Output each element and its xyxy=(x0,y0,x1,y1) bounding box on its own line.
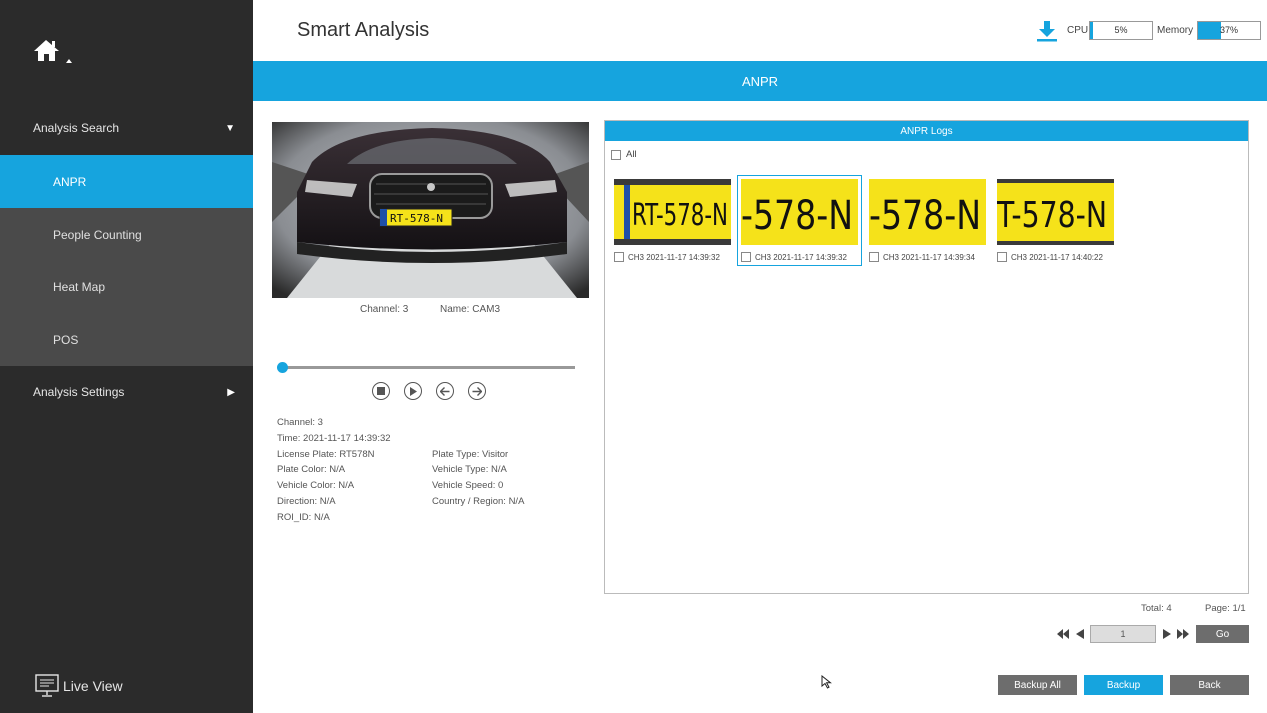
log-entry-caption: CH3 2021-11-17 14:40:22 xyxy=(1011,252,1103,262)
sidebar-item-label: POS xyxy=(53,332,79,347)
plate-thumbnail-text: T-578-N xyxy=(997,195,1107,236)
sidebar-item-pos[interactable]: POS xyxy=(0,313,253,366)
log-entry[interactable]: RT-578-N CH3 2021-11-17 14:39:32 xyxy=(614,179,731,262)
back-label: Back xyxy=(1198,679,1221,691)
memory-label: Memory xyxy=(1157,25,1194,36)
detail-time: Time: 2021-11-17 14:39:32 xyxy=(277,433,391,444)
detail-vehicle-speed: Vehicle Speed: 0 xyxy=(432,480,504,491)
preview-name: Name: CAM3 xyxy=(440,304,501,315)
car-image: RT-578-N xyxy=(272,122,589,298)
sidebar-item-label: ANPR xyxy=(53,174,87,189)
video-preview[interactable]: RT-578-N xyxy=(272,122,589,298)
log-entry-checkbox[interactable] xyxy=(741,252,751,262)
plate-thumbnail-text: -578-N xyxy=(869,193,981,239)
log-entry-caption: CH3 2021-11-17 14:39:34 xyxy=(883,252,975,262)
anpr-logs-title: ANPR Logs xyxy=(900,125,953,137)
log-entry[interactable]: -578-N CH3 2021-11-17 14:39:34 xyxy=(869,179,986,262)
log-entry-caption: CH3 2021-11-17 14:39:32 xyxy=(755,252,847,262)
detail-country-region: Country / Region: N/A xyxy=(432,496,525,507)
plate-thumbnail[interactable]: -578-N xyxy=(869,179,986,245)
total-count: Total: 4 xyxy=(1141,603,1172,614)
sidebar-item-label: Heat Map xyxy=(53,279,106,294)
sidebar-item-label: People Counting xyxy=(53,227,142,242)
detail-channel: Channel: 3 xyxy=(277,417,323,428)
page-title: Smart Analysis xyxy=(297,19,430,41)
log-entry-selected[interactable]: -578-N CH3 2021-11-17 14:39:32 xyxy=(737,175,862,266)
live-view-label: Live View xyxy=(63,678,123,694)
go-button-label: Go xyxy=(1215,628,1230,640)
plate-thumbnail[interactable]: RT-578-N xyxy=(614,179,731,245)
playback-slider-knob[interactable] xyxy=(277,362,288,373)
select-all-row: All xyxy=(611,149,637,160)
go-button[interactable]: Go xyxy=(1196,625,1249,643)
live-view-button[interactable]: Live View xyxy=(35,674,123,698)
select-all-label: All xyxy=(626,149,637,160)
preview-plate-text: RT-578-N xyxy=(390,212,443,225)
memory-usage-bar: 37% xyxy=(1197,21,1261,40)
cpu-label: CPU xyxy=(1067,25,1089,36)
page-info: Page: 1/1 xyxy=(1205,603,1246,614)
backup-button[interactable]: Backup xyxy=(1084,675,1163,695)
plate-thumbnail[interactable]: T-578-N xyxy=(997,179,1114,245)
sidebar-item-heat-map[interactable]: Heat Map xyxy=(0,260,253,313)
cpu-usage-bar: 5% xyxy=(1089,21,1153,40)
detail-license-plate: License Plate: RT578N xyxy=(277,449,375,460)
nav-analysis-search-label: Analysis Search xyxy=(33,121,120,135)
first-page-icon[interactable] xyxy=(1056,627,1070,641)
detail-roi-id: ROI_ID: N/A xyxy=(277,512,330,523)
detail-vehicle-color: Vehicle Color: N/A xyxy=(277,480,355,491)
plate-thumbnail-text: -578-N xyxy=(741,193,853,239)
sidebar: Analysis Search ▼ ANPR People Counting H… xyxy=(0,0,253,713)
banner-title: ANPR xyxy=(741,73,779,89)
cpu-usage-value: 5% xyxy=(1114,25,1128,35)
caret-right-icon: ▶ xyxy=(227,386,235,398)
detail-direction: Direction: N/A xyxy=(277,496,336,507)
select-all-checkbox[interactable] xyxy=(611,149,621,160)
sidebar-item-anpr[interactable]: ANPR xyxy=(0,155,253,208)
log-entry[interactable]: T-578-N CH3 2021-11-17 14:40:22 xyxy=(997,179,1114,262)
next-page-icon[interactable] xyxy=(1160,627,1174,641)
log-entry-caption: CH3 2021-11-17 14:39:32 xyxy=(628,252,720,262)
monitor-icon xyxy=(35,674,59,697)
sidebar-item-people-counting[interactable]: People Counting xyxy=(0,208,253,261)
anpr-logs-header: ANPR Logs xyxy=(605,121,1248,141)
last-page-icon[interactable] xyxy=(1176,627,1190,641)
previous-icon[interactable] xyxy=(436,382,454,400)
next-icon[interactable] xyxy=(468,382,486,400)
memory-usage-value: 37% xyxy=(1219,25,1238,35)
detail-plate-type: Plate Type: Visitor xyxy=(432,449,509,460)
caret-down-icon: ▼ xyxy=(225,122,235,134)
download-icon[interactable] xyxy=(1036,20,1058,42)
page-number-input[interactable] xyxy=(1090,625,1156,643)
log-entry-checkbox[interactable] xyxy=(997,252,1007,262)
detail-plate-color: Plate Color: N/A xyxy=(277,464,346,475)
preview-channel: Channel: 3 xyxy=(360,304,409,315)
plate-thumbnail-text: RT-578-N xyxy=(632,198,728,233)
play-icon[interactable] xyxy=(404,382,422,400)
plate-thumbnail[interactable]: -578-N xyxy=(741,179,858,245)
nav-analysis-search[interactable]: Analysis Search ▼ xyxy=(0,102,253,154)
nav-analysis-settings-label: Analysis Settings xyxy=(33,385,125,399)
anpr-banner: ANPR xyxy=(253,61,1267,101)
log-entry-checkbox[interactable] xyxy=(869,252,879,262)
detail-vehicle-type: Vehicle Type: N/A xyxy=(432,464,507,475)
previous-page-icon[interactable] xyxy=(1073,627,1087,641)
backup-all-button[interactable]: Backup All xyxy=(998,675,1077,695)
stop-icon[interactable] xyxy=(372,382,390,400)
home-icon[interactable] xyxy=(32,36,72,66)
log-entry-checkbox[interactable] xyxy=(614,252,624,262)
backup-all-label: Backup All xyxy=(1014,679,1061,691)
playback-slider[interactable] xyxy=(282,366,575,369)
mouse-cursor-icon xyxy=(821,675,832,689)
anpr-logs-panel: ANPR Logs All RT-578-N CH3 2021-11-17 14… xyxy=(604,120,1249,594)
nav-analysis-settings[interactable]: Analysis Settings ▶ xyxy=(0,366,253,418)
back-button[interactable]: Back xyxy=(1170,675,1249,695)
backup-label: Backup xyxy=(1106,679,1141,691)
